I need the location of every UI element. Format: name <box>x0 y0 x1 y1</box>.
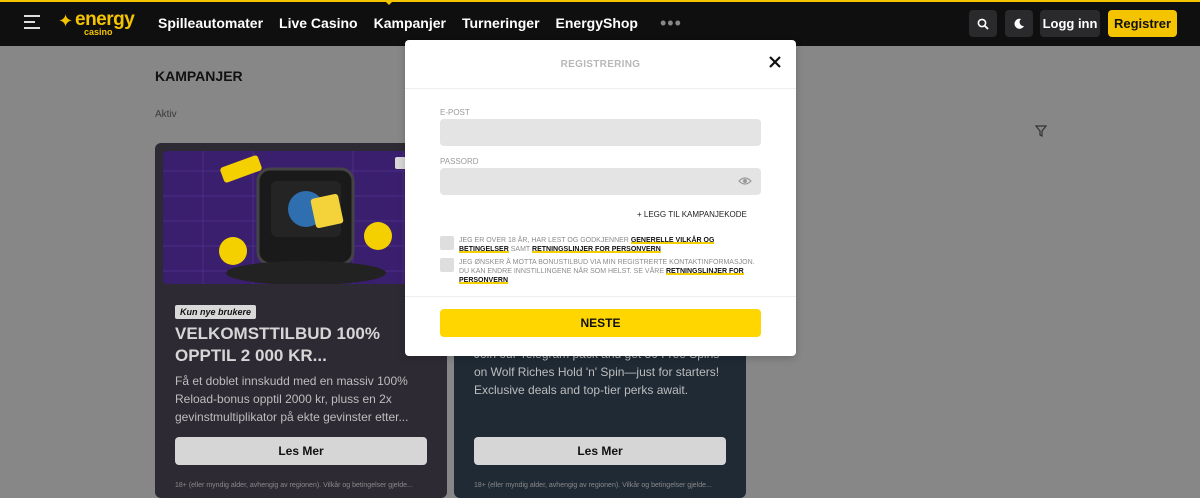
theme-toggle-button[interactable] <box>1005 10 1033 37</box>
menu-icon[interactable] <box>24 15 40 29</box>
active-nav-indicator <box>384 0 394 5</box>
add-promo-code-link[interactable]: + LEGG TIL KAMPANJEKODE <box>637 210 747 219</box>
nav-item-kampanjer[interactable]: Kampanjer <box>374 15 446 31</box>
terms-consent-text: JEG ER OVER 18 ÅR, HAR LEST OG GODKJENNE… <box>459 236 759 254</box>
promo-image <box>163 151 439 284</box>
modal-title: REGISTRERING <box>560 59 641 70</box>
promo-card[interactable]: Kun nye brukere VELKOMSTTILBUD 100% OPPT… <box>155 143 447 498</box>
bonus-offers-checkbox[interactable] <box>440 258 454 272</box>
nav-item-turneringer[interactable]: Turneringer <box>462 15 540 31</box>
logo-sub-text: casino <box>84 27 113 37</box>
bonus-consent-text: JEG ØNSKER Å MOTTA BONUSTILBUD VIA MIN R… <box>459 258 759 285</box>
filter-label[interactable]: Aktiv <box>155 109 177 120</box>
page-title: KAMPANJER <box>155 68 243 84</box>
promo-description: Få et doblet innskudd med en massiv 100%… <box>175 374 409 424</box>
consent-text-mid: SAMT <box>510 246 531 253</box>
promo-title: VELKOMSTTILBUD 100% OPPTIL 2 000 KR... <box>175 324 380 365</box>
register-button[interactable]: Registrer <box>1108 10 1177 37</box>
email-label: E-POST <box>440 108 470 117</box>
next-button[interactable]: NESTE <box>440 309 761 337</box>
search-icon <box>977 18 989 30</box>
password-label: PASSORD <box>440 157 479 166</box>
nav-item-spilleautomater[interactable]: Spilleautomater <box>158 15 263 31</box>
terms-checkbox[interactable] <box>440 236 454 250</box>
divider <box>405 296 796 297</box>
promo-footnote: 18+ (eller myndig alder, avhengig av reg… <box>474 482 712 489</box>
divider <box>405 88 796 89</box>
filter-icon[interactable] <box>1035 125 1047 137</box>
login-button[interactable]: Logg inn <box>1040 10 1100 37</box>
promo-footnote: 18+ (eller myndig alder, avhengig av reg… <box>175 482 413 489</box>
more-menu-icon[interactable]: ••• <box>660 13 682 34</box>
close-icon[interactable] <box>767 54 783 70</box>
email-field[interactable] <box>440 119 761 146</box>
password-field[interactable] <box>440 168 761 195</box>
new-users-badge: Kun nye brukere <box>175 305 257 319</box>
nav-item-live-casino[interactable]: Live Casino <box>279 15 358 31</box>
search-button[interactable] <box>969 10 997 37</box>
consent-text: JEG ER OVER 18 ÅR, HAR LEST OG GODKJENNE… <box>459 237 629 244</box>
logo[interactable]: ✦ energy casino <box>58 9 146 37</box>
nav-item-energyshop[interactable]: EnergyShop <box>556 15 638 31</box>
registration-modal: REGISTRERING E-POST PASSORD + LEGG TIL K… <box>405 40 796 356</box>
moon-icon <box>1014 18 1024 29</box>
logo-star-icon: ✦ <box>58 11 74 31</box>
eye-icon[interactable] <box>738 176 752 186</box>
read-more-button[interactable]: Les Mer <box>175 437 427 465</box>
read-more-button[interactable]: Les Mer <box>474 437 726 465</box>
privacy-link[interactable]: RETNINGSLINJER FOR PERSONVERN <box>532 246 661 253</box>
